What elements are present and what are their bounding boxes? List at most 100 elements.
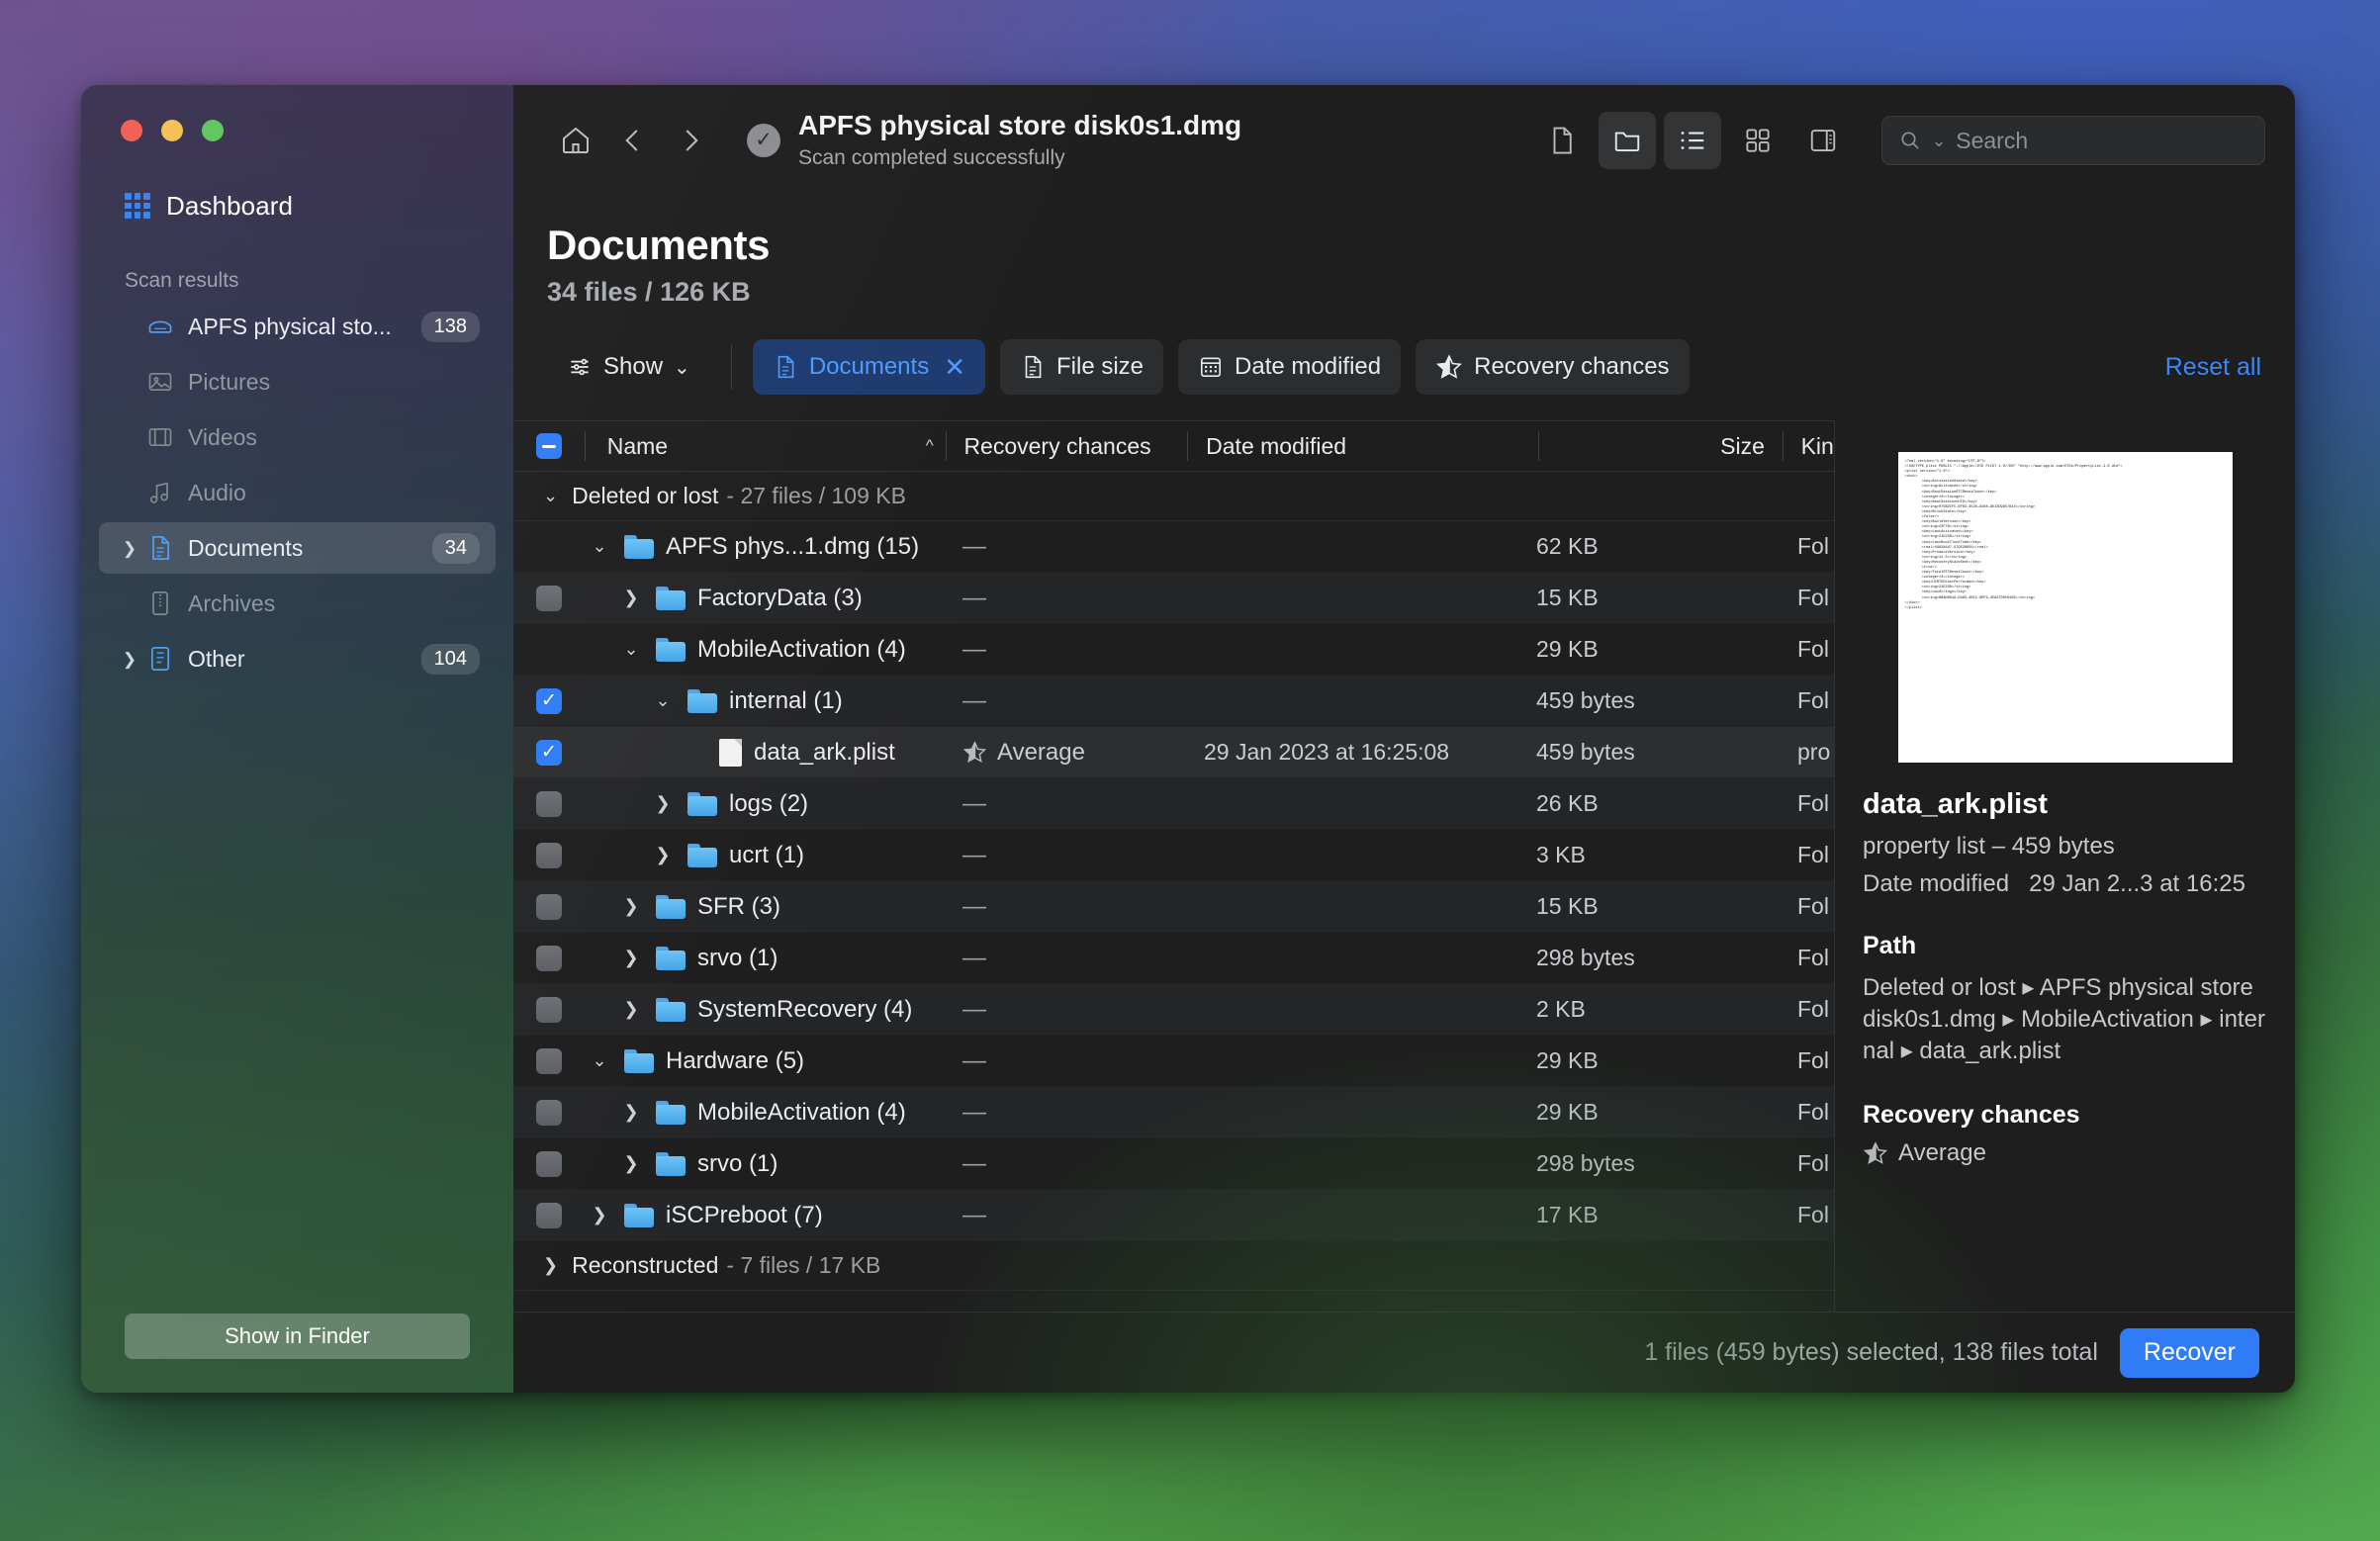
filter-chip-recovery-chances[interactable]: Recovery chances: [1416, 339, 1690, 395]
chevron-right-icon[interactable]: ❯: [648, 793, 678, 814]
chevron-right-icon[interactable]: ❯: [121, 651, 138, 668]
chevron-down-icon[interactable]: ⌄: [543, 486, 558, 506]
row-checkbox[interactable]: [513, 790, 585, 817]
close-button[interactable]: [121, 120, 142, 141]
chevron-left-icon[interactable]: [604, 112, 662, 169]
row-checkbox[interactable]: [513, 1150, 585, 1177]
table-row[interactable]: ⌄ MobileActivation (4) — 29 KB Fol: [513, 624, 1834, 676]
table-row[interactable]: ❯ SystemRecovery (4) — 2 KB Fol: [513, 984, 1834, 1036]
column-header-date-modified[interactable]: Date modified: [1188, 421, 1538, 471]
filter-chip-documents[interactable]: Documents ✕: [752, 339, 985, 395]
row-name-cell: ❯ SFR (3): [585, 893, 945, 921]
column-header-recovery-chances[interactable]: Recovery chances: [946, 421, 1187, 471]
row-checkbox[interactable]: [513, 996, 585, 1023]
row-kind-cell: pro: [1797, 739, 1831, 765]
sidebar-item-dashboard[interactable]: Dashboard: [125, 186, 513, 226]
table-row[interactable]: ❯ FactoryData (3) — 15 KB Fol: [513, 573, 1834, 624]
chevron-right-icon[interactable]: ❯: [543, 1255, 558, 1276]
row-checkbox[interactable]: [513, 945, 585, 971]
other-icon: [146, 645, 174, 673]
row-checkbox[interactable]: ✓: [513, 739, 585, 766]
row-checkbox[interactable]: [513, 1202, 585, 1228]
table-row[interactable]: ❯ logs (2) — 26 KB Fol: [513, 778, 1834, 830]
sidebar-item-archives[interactable]: ❯ Archives: [99, 578, 496, 629]
chevron-right-icon[interactable]: ❯: [616, 1102, 646, 1123]
empty-value: —: [962, 789, 986, 817]
chevron-right-icon[interactable]: [662, 112, 719, 169]
table-row[interactable]: ✓ data_ark.plist Average 29 Jan 2023 at 16:…: [513, 727, 1834, 778]
checkbox-off-icon: [536, 1047, 562, 1074]
empty-value: —: [962, 995, 986, 1023]
chevron-right-icon[interactable]: ❯: [616, 948, 646, 968]
row-name-cell: ❯ FactoryData (3): [585, 585, 945, 612]
zoom-button[interactable]: [202, 120, 224, 141]
minimize-button[interactable]: [161, 120, 183, 141]
column-header-size[interactable]: Size: [1539, 421, 1783, 471]
sidebar-item-pictures[interactable]: ❯ Pictures: [99, 356, 496, 408]
traffic-light-buttons: [81, 85, 513, 150]
show-filter-button[interactable]: Show ⌄: [547, 339, 710, 395]
reset-all-button[interactable]: Reset all: [2165, 353, 2261, 382]
folder-icon[interactable]: [1599, 112, 1656, 169]
row-checkbox[interactable]: [513, 1099, 585, 1126]
sidebar-item-videos[interactable]: ❯ Videos: [99, 411, 496, 463]
row-checkbox[interactable]: [513, 637, 585, 663]
table-row[interactable]: ✓ ⌄ internal (1) — 459 bytes Fol: [513, 676, 1834, 727]
folder-icon: [624, 534, 654, 559]
search-input[interactable]: ⌄ Search: [1881, 116, 2265, 165]
home-icon[interactable]: [547, 112, 604, 169]
chevron-down-icon[interactable]: ⌄: [616, 639, 646, 660]
chevron-down-icon[interactable]: ⌄: [648, 690, 678, 711]
search-placeholder: Search: [1956, 127, 2029, 153]
table-row[interactable]: ❯ iSCPreboot (7) — 17 KB Fol: [513, 1190, 1834, 1241]
table-row[interactable]: ⌄ APFS phys...1.dmg (15) — 62 KB Fol: [513, 521, 1834, 573]
recover-button[interactable]: Recover: [2119, 1327, 2259, 1378]
table-row[interactable]: ❯ MobileActivation (4) — 29 KB Fol: [513, 1087, 1834, 1138]
chevron-right-icon[interactable]: ❯: [616, 896, 646, 917]
table-group-header[interactable]: ⌄ Deleted or lost - 27 files / 109 KB: [513, 472, 1834, 521]
select-all-checkbox[interactable]: [513, 421, 585, 471]
list-icon[interactable]: [1664, 112, 1721, 169]
table-group-header[interactable]: ❯ Reconstructed - 7 files / 17 KB: [513, 1241, 1834, 1291]
file-icon[interactable]: [1533, 112, 1591, 169]
chevron-right-icon[interactable]: ❯: [616, 588, 646, 608]
row-checkbox[interactable]: [513, 842, 585, 868]
folder-icon: [687, 843, 717, 867]
table-row[interactable]: ❯ ucrt (1) — 3 KB Fol: [513, 830, 1834, 881]
chevron-right-icon[interactable]: ❯: [121, 540, 138, 557]
column-header-kind[interactable]: Kind: [1784, 421, 1834, 471]
panel-icon[interactable]: [1794, 112, 1852, 169]
chevron-right-icon[interactable]: ❯: [648, 845, 678, 865]
table-row[interactable]: ❯ srvo (1) — 298 bytes Fol: [513, 1138, 1834, 1190]
row-checkbox[interactable]: [513, 534, 585, 560]
chevron-right-icon[interactable]: ❯: [585, 1205, 614, 1225]
row-recovery-cell: —: [945, 687, 1186, 715]
column-header-name[interactable]: Name ^: [586, 421, 946, 471]
row-size-cell: 2 KB: [1536, 996, 1586, 1022]
grid-icon[interactable]: [1729, 112, 1786, 169]
table-row[interactable]: ❯ SFR (3) — 15 KB Fol: [513, 881, 1834, 933]
filter-chip-file-size[interactable]: File size: [1000, 339, 1164, 395]
sidebar-item-audio[interactable]: ❯ Audio: [99, 467, 496, 518]
sidebar-item-apfs-physical-sto[interactable]: ❯ APFS physical sto... 138: [99, 301, 496, 352]
show-in-finder-button[interactable]: Show in Finder: [125, 1314, 470, 1359]
chevron-down-icon[interactable]: ⌄: [585, 1050, 614, 1071]
sidebar-item-documents[interactable]: ❯ Documents 34: [99, 522, 496, 574]
audio-icon: [146, 479, 174, 506]
row-checkbox[interactable]: [513, 585, 585, 611]
close-icon[interactable]: ✕: [944, 352, 965, 383]
sidebar-item-other[interactable]: ❯ Other 104: [99, 633, 496, 684]
checkbox-off-icon: [536, 945, 562, 971]
row-checkbox[interactable]: ✓: [513, 687, 585, 714]
video-icon: [146, 423, 174, 451]
row-checkbox[interactable]: [513, 893, 585, 920]
filter-chip-date-modified[interactable]: Date modified: [1178, 339, 1402, 395]
chevron-down-icon[interactable]: ⌄: [585, 536, 614, 557]
table-row[interactable]: ❯ srvo (1) — 298 bytes Fol: [513, 933, 1834, 984]
row-checkbox[interactable]: [513, 1047, 585, 1074]
chevron-right-icon[interactable]: ❯: [616, 999, 646, 1020]
spacer: ❯: [121, 374, 138, 391]
chevron-right-icon[interactable]: ❯: [616, 1153, 646, 1174]
preview-file-name: data_ark.plist: [1863, 788, 2048, 820]
table-row[interactable]: ⌄ Hardware (5) — 29 KB Fol: [513, 1036, 1834, 1087]
